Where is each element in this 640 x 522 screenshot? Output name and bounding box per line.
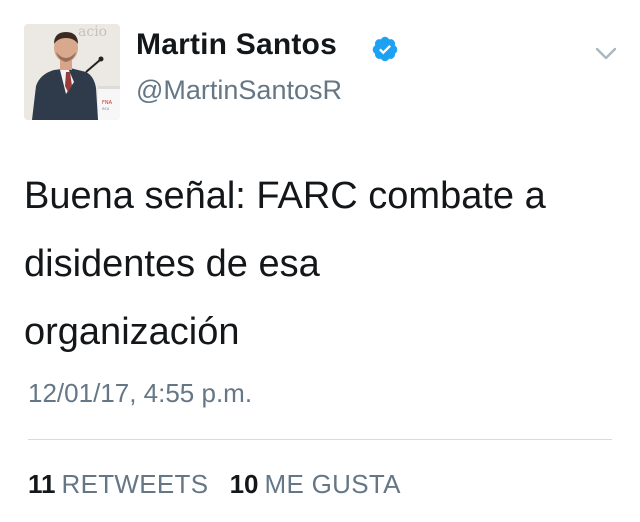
- likes-count: 10: [229, 469, 259, 499]
- chevron-down-icon[interactable]: [592, 42, 620, 64]
- retweets-count: 11: [28, 469, 56, 499]
- avatar-photo: acio FNA ecu: [24, 24, 120, 120]
- display-name[interactable]: Martin Santos: [136, 28, 337, 62]
- likes-stat[interactable]: 10 ME GUSTA: [230, 469, 401, 500]
- user-handle[interactable]: @MartinSantosR: [136, 75, 342, 106]
- tweet-card: acio FNA ecu Martin Santos @MartinSantos…: [0, 0, 640, 522]
- tweet-text-line: Buena señal: FARC combate a: [24, 175, 546, 217]
- tweet-timestamp[interactable]: 12/01/17, 4:55 p.m.: [28, 378, 252, 409]
- retweets-label: RETWEETS: [61, 469, 209, 499]
- tweet-text: Buena señal: FARC combate a disidentes d…: [24, 162, 624, 366]
- tweet-stats: 11 RETWEETS 10 ME GUSTA: [28, 469, 401, 500]
- avatar[interactable]: acio FNA ecu: [24, 24, 120, 120]
- retweets-stat[interactable]: 11 RETWEETS: [28, 469, 208, 500]
- verified-badge-icon: [372, 36, 398, 62]
- svg-text:ecu: ecu: [102, 106, 110, 111]
- svg-text:acio: acio: [78, 24, 107, 40]
- tweet-text-line: disidentes de esa: [24, 243, 320, 285]
- divider: [28, 439, 612, 440]
- likes-label: ME GUSTA: [264, 469, 401, 499]
- tweet-text-line: organización: [24, 311, 240, 353]
